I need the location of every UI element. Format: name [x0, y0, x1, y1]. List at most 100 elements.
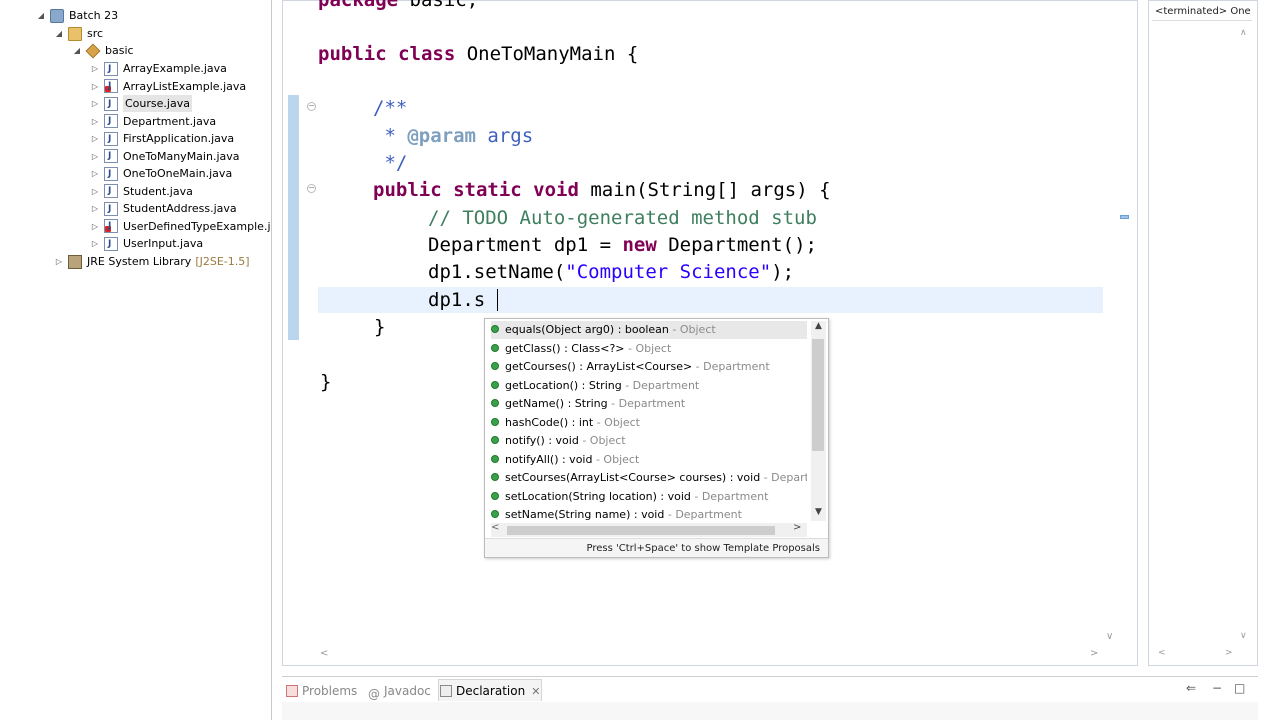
minimize-icon[interactable]: − — [1212, 681, 1222, 695]
proposal-signature: getLocation() : String — [505, 378, 622, 392]
tab-problems[interactable]: Problems — [286, 682, 357, 700]
code-line-todo[interactable]: // TODO Auto-generated method stub — [428, 205, 817, 231]
java-file-icon — [104, 61, 118, 78]
expand-arrow-icon[interactable]: ▷ — [90, 130, 100, 147]
tab-label: Declaration — [456, 684, 526, 698]
problems-icon — [286, 684, 298, 697]
text-caret — [497, 289, 498, 311]
tree-file[interactable]: ▷ ArrayListExample.java — [90, 78, 246, 95]
tree-folder-src[interactable]: ◢ src — [54, 25, 103, 42]
code-line-class[interactable]: public class OneToManyMain { — [318, 41, 638, 67]
expand-arrow-icon[interactable]: ▷ — [90, 183, 100, 200]
tree-file[interactable]: ▷ OneToManyMain.java — [90, 148, 240, 165]
proposal-signature: setLocation(String location) : void — [505, 489, 691, 503]
expand-arrow-icon[interactable]: ▷ — [90, 60, 100, 77]
fold-collapse-icon[interactable]: − — [307, 102, 316, 111]
tree-project-batch23[interactable]: ◢ Batch 23 — [36, 7, 118, 24]
tree-file[interactable]: ▷ UserDefinedTypeExample.ja — [90, 218, 272, 235]
expand-arrow-icon[interactable]: ▷ — [90, 165, 100, 182]
expand-arrow-icon[interactable]: ▷ — [90, 113, 100, 130]
scroll-down-icon[interactable]: ▼ — [811, 507, 826, 521]
javadoc-text: * — [373, 125, 408, 147]
tree-file[interactable]: ▷ ArrayExample.java — [90, 60, 227, 78]
tree-file[interactable]: ▷ OneToOneMain.java — [90, 165, 233, 183]
proposal-declaring-type: - Department — [690, 489, 769, 503]
proposal-item[interactable]: hashCode() : int - Object — [491, 414, 807, 432]
tab-javadoc[interactable]: @ Javadoc — [368, 682, 431, 701]
assist-scroll-thumb[interactable] — [812, 339, 824, 451]
proposal-item[interactable]: notifyAll() : void - Object — [491, 451, 807, 469]
proposal-item[interactable]: setName(String name) : void - Department — [491, 506, 807, 524]
scroll-down-icon[interactable]: ∨ — [1106, 631, 1113, 642]
expand-arrow-icon[interactable]: ▷ — [90, 235, 100, 252]
proposal-item[interactable]: getClass() : Class<?> - Object — [491, 340, 807, 358]
proposal-item[interactable]: getName() : String - Department — [491, 395, 807, 413]
close-icon[interactable]: ✕ — [531, 685, 540, 698]
tree-label: UserDefinedTypeExample.ja — [123, 219, 272, 233]
proposal-item[interactable]: getCourses() : ArrayList<Course> - Depar… — [491, 358, 807, 376]
code-text: ); — [771, 261, 795, 283]
code-line-setname[interactable]: dp1.setName("Computer Science"); — [428, 259, 794, 285]
scroll-right-icon[interactable]: > — [1090, 648, 1098, 659]
scroll-left-icon[interactable]: < — [491, 522, 499, 533]
tree-label: Batch 23 — [69, 9, 119, 22]
expand-arrow-icon[interactable]: ▷ — [54, 253, 64, 270]
tree-label: src — [87, 27, 104, 40]
overview-ruler-marker[interactable] — [1120, 215, 1129, 219]
code-line-close-class[interactable]: } — [320, 369, 331, 395]
maximize-icon[interactable]: □ — [1234, 681, 1245, 695]
collapse-arrow-icon[interactable]: ◢ — [36, 7, 46, 24]
proposal-item[interactable]: equals(Object arg0) : boolean - Object — [491, 321, 807, 339]
proposal-declaring-type: - Department — [692, 360, 770, 373]
javadoc-icon: @ — [368, 686, 380, 701]
proposal-item[interactable]: notify() : void - Object — [491, 432, 807, 450]
scroll-right-icon[interactable]: > — [793, 522, 801, 533]
proposal-item[interactable]: setLocation(String location) : void - De… — [491, 488, 807, 506]
javadoc-text: /** — [373, 97, 408, 119]
scroll-right-icon[interactable]: > — [1225, 648, 1233, 658]
code-line-package[interactable]: package basic; — [318, 0, 478, 13]
tree-jre-library[interactable]: ▷ JRE System Library [J2SE-1.5] — [54, 253, 250, 270]
code-line-javadoc-close[interactable]: */ — [373, 150, 407, 176]
tree-file[interactable]: ▷ Department.java — [90, 113, 216, 130]
code-line-javadoc-param[interactable]: * @param args — [373, 123, 533, 149]
fold-collapse-icon[interactable]: − — [307, 184, 316, 193]
tree-label: ArrayListExample.java — [123, 79, 247, 93]
proposal-signature: getCourses() : ArrayList<Course> — [505, 360, 693, 373]
tree-file[interactable]: ▷ FirstApplication.java — [90, 130, 234, 148]
expand-arrow-icon[interactable]: ▷ — [90, 200, 100, 217]
code-line-javadoc-open[interactable]: /** — [373, 95, 407, 121]
proposal-item[interactable]: getLocation() : String - Department — [491, 377, 807, 395]
content-assist-popup[interactable]: equals(Object arg0) : boolean - Object ge… — [484, 318, 829, 558]
code-line-department[interactable]: Department dp1 = new Department(); — [428, 232, 817, 258]
collapse-arrow-icon[interactable]: ◢ — [54, 25, 64, 42]
collapse-arrow-icon[interactable]: ◢ — [72, 42, 82, 59]
tree-file[interactable]: ▷ Course.java — [90, 95, 192, 113]
expand-arrow-icon[interactable]: ▷ — [90, 148, 100, 165]
scroll-left-icon[interactable]: < — [320, 648, 328, 659]
expand-arrow-icon[interactable]: ▷ — [90, 95, 100, 112]
java-file-icon — [104, 113, 118, 130]
tree-file[interactable]: ▷ UserInput.java — [90, 235, 203, 253]
expand-arrow-icon[interactable]: ▷ — [90, 78, 100, 95]
proposal-declaring-type: - Object — [668, 323, 716, 336]
scroll-up-icon[interactable]: ▲ — [811, 321, 826, 335]
expand-arrow-icon[interactable]: ▷ — [90, 218, 100, 235]
tree-label: OneToOneMain.java — [123, 167, 233, 180]
link-with-editor-icon[interactable]: ⇐ — [1186, 681, 1196, 695]
scroll-left-icon[interactable]: < — [1158, 648, 1166, 658]
tree-label: StudentAddress.java — [123, 202, 237, 215]
tree-package-basic[interactable]: ◢ basic — [72, 42, 134, 59]
scroll-down-icon[interactable]: ∨ — [1240, 631, 1247, 641]
scroll-up-icon[interactable]: ∧ — [1240, 28, 1247, 38]
proposal-item[interactable]: setCourses(ArrayList<Course> courses) : … — [491, 469, 807, 487]
code-line-typing[interactable]: dp1.s — [428, 287, 485, 313]
tree-file[interactable]: ▷ Student.java — [90, 183, 193, 200]
assist-hscroll-thumb[interactable] — [507, 526, 775, 535]
tab-declaration[interactable]: Declaration ✕ — [440, 682, 540, 700]
code-line-close-method[interactable]: } — [374, 314, 385, 340]
code-line-main[interactable]: public static void main(String[] args) { — [373, 177, 831, 203]
tree-file[interactable]: ▷ StudentAddress.java — [90, 200, 237, 218]
proposal-declaring-type: - Departme — [763, 471, 807, 484]
proposal-declaring-type: - Department — [607, 397, 686, 410]
